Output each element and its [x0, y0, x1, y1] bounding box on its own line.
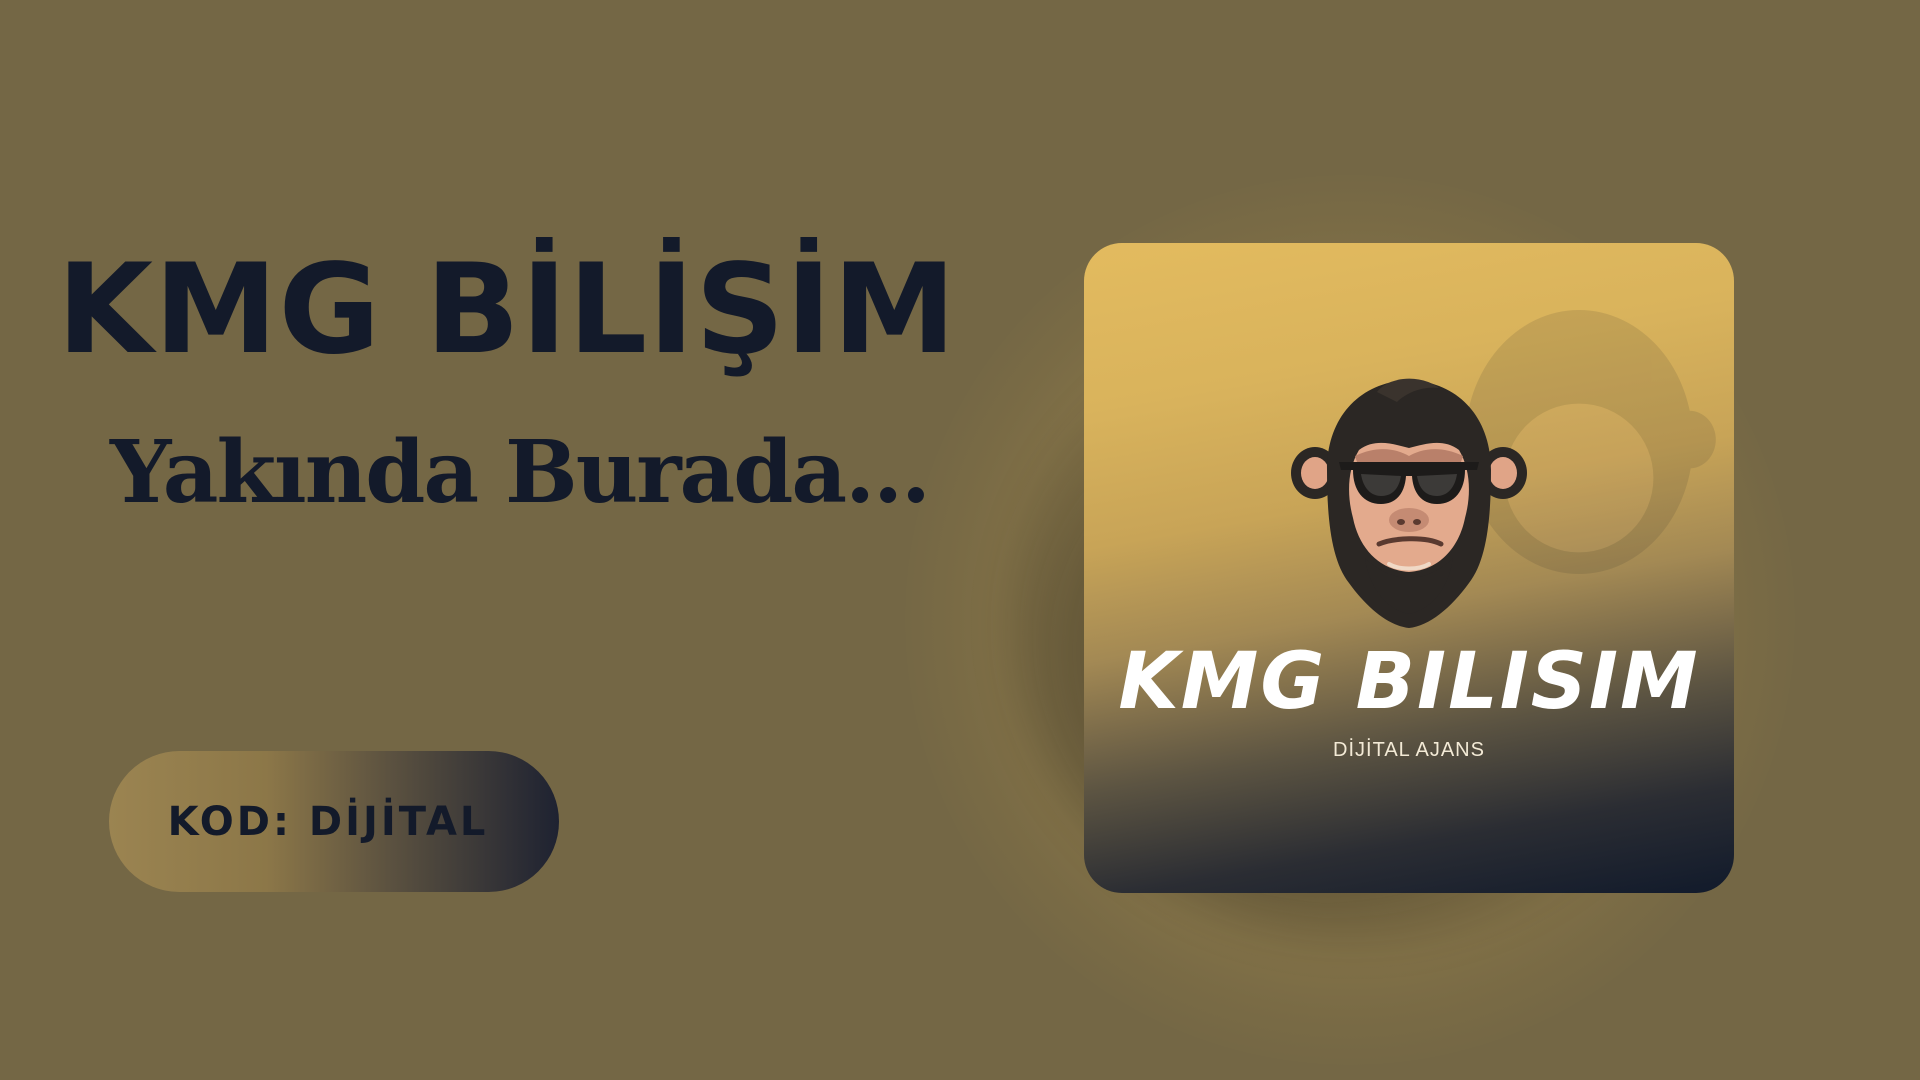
code-button-label: KOD: DİJİTAL [167, 798, 489, 845]
code-button[interactable]: KOD: DİJİTAL [109, 751, 559, 892]
brand-title: KMG BİLİŞİM [57, 238, 958, 382]
logo-wordmark: KMG BILISIM [1118, 637, 1700, 727]
logo-card: KMG BILISIM DİJİTAL AJANS [1084, 243, 1734, 893]
coming-soon-tagline: Yakında Burada... [110, 422, 931, 523]
logo-subtitle: DİJİTAL AJANS [1333, 739, 1485, 761]
coming-soon-page: KMG BİLİŞİM Yakında Burada... KOD: DİJİT… [0, 0, 1920, 1080]
monkey-sunglasses-icon [1291, 378, 1527, 628]
